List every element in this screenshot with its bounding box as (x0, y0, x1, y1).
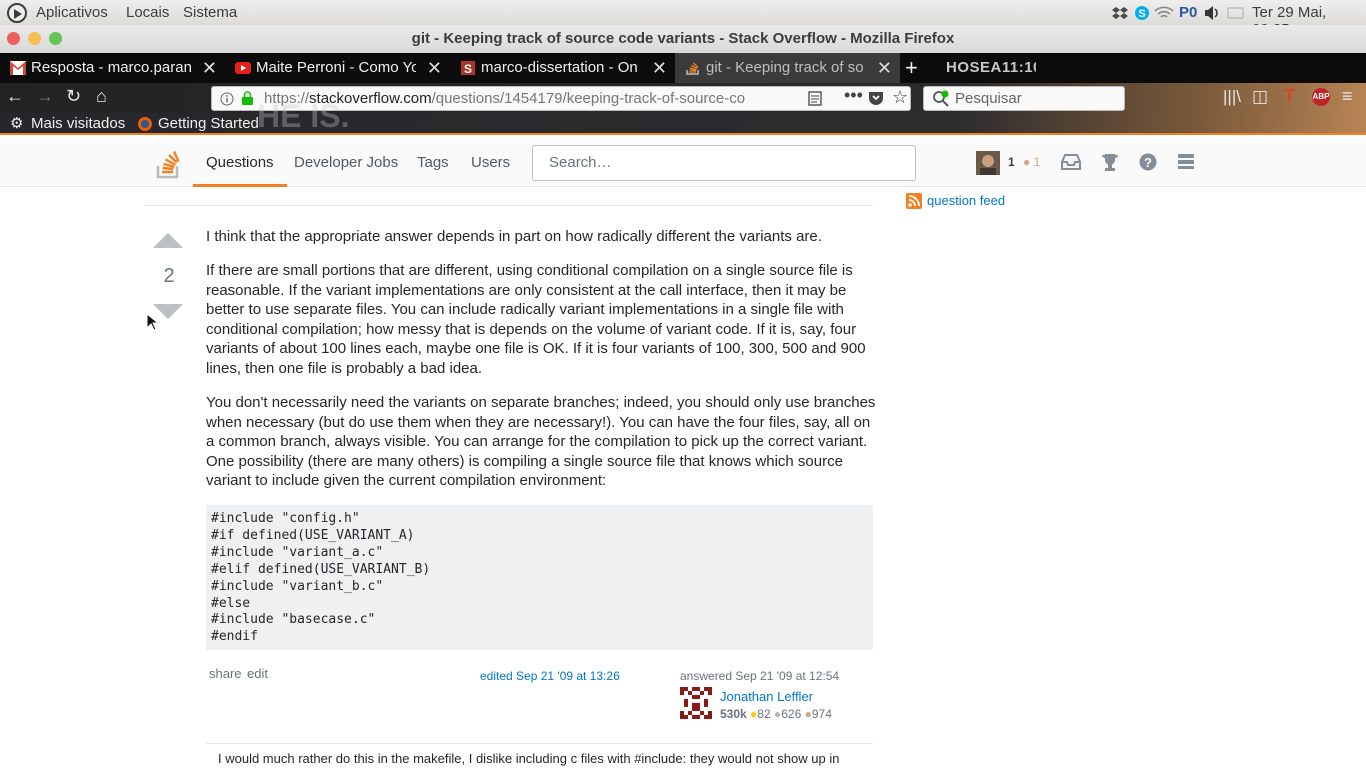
bronze-badge-count: ● 1 (1023, 155, 1041, 169)
reader-view-icon[interactable] (808, 91, 822, 106)
share-link[interactable]: share (209, 666, 242, 681)
window-title: git - Keeping track of source code varia… (411, 30, 955, 47)
close-tab-icon[interactable]: ✕ (202, 53, 217, 83)
bookmark-getting-started[interactable]: Getting Started (158, 113, 259, 135)
so-search-input[interactable]: Search… (532, 145, 916, 181)
vote-count: 2 (163, 265, 175, 287)
forward-icon[interactable]: → (36, 86, 54, 107)
user-avatar[interactable] (976, 151, 1000, 175)
close-tab-icon[interactable]: ✕ (877, 53, 892, 83)
bookmark-star-icon[interactable]: ☆ (892, 86, 908, 109)
window-title-bar: git - Keeping track of source code varia… (0, 25, 1366, 53)
mouse-cursor-icon (146, 313, 158, 331)
close-window-icon[interactable] (7, 32, 20, 45)
upvote-arrow-icon[interactable] (153, 233, 183, 248)
sharelatex-icon: S (461, 61, 475, 75)
sidebar-icon[interactable]: ◫ (1252, 87, 1268, 107)
search-bar[interactable]: Pesquisar (923, 86, 1125, 111)
applications-logo-icon[interactable] (7, 3, 27, 23)
author-name[interactable]: Jonathan Leffler (720, 689, 813, 704)
stackexchange-menu-icon[interactable] (1177, 153, 1195, 171)
lock-icon[interactable] (241, 91, 254, 106)
answer-paragraph: If there are small portions that are dif… (206, 262, 866, 377)
author-stats: 530k ●82 ●626 ●974 (720, 707, 832, 721)
user-reputation: 1 (1008, 155, 1015, 169)
menu-places[interactable]: Locais (126, 4, 169, 21)
close-tab-icon[interactable]: ✕ (427, 53, 442, 83)
bookmarks-toolbar: ⚙ Mais visitados Getting Started HE IS. (0, 100, 1366, 135)
svg-text:?: ? (1144, 155, 1152, 170)
firefox-icon (138, 117, 152, 131)
nav-developer-jobs[interactable]: Developer Jobs (294, 137, 398, 187)
tab-stackoverflow[interactable]: git - Keeping track of so ✕ (675, 53, 900, 83)
skype-icon[interactable]: S (1134, 5, 1150, 21)
answer-paragraph: I think that the appropriate answer depe… (206, 228, 822, 245)
indicator-p0[interactable]: P0 (1179, 4, 1197, 21)
gear-icon: ⚙ (10, 115, 24, 132)
back-icon[interactable]: ← (6, 86, 24, 107)
comments-divider (206, 743, 873, 744)
achievements-trophy-icon[interactable] (1100, 152, 1120, 172)
site-info-icon[interactable] (220, 92, 234, 106)
search-placeholder: Pesquisar (955, 90, 1022, 107)
stackoverflow-favicon-icon (686, 62, 699, 75)
main-content: question feed 2 I think that the appropr… (0, 188, 1366, 768)
edited-timestamp[interactable]: edited Sep 21 '09 at 13:26 (480, 669, 620, 683)
translate-icon[interactable]: T (1284, 86, 1295, 107)
author-identicon[interactable] (680, 687, 712, 719)
close-tab-icon[interactable]: ✕ (652, 53, 667, 83)
svg-text:S: S (1138, 8, 1145, 20)
new-tab-button[interactable]: + (905, 53, 925, 83)
minimize-window-icon[interactable] (28, 32, 41, 45)
theme-verse-text: HOSEA11:10 (946, 59, 1036, 76)
home-icon[interactable]: ⌂ (96, 86, 107, 107)
code-block: #include "config.h" #if defined(USE_VARI… (206, 505, 873, 650)
menu-system[interactable]: Sistema (183, 4, 237, 21)
nav-users[interactable]: Users (471, 137, 510, 187)
tab-youtube[interactable]: Maite Perroni - Como Yo ✕ (225, 53, 450, 83)
stackoverflow-logo-icon[interactable] (155, 146, 183, 179)
menu-hamburger-icon[interactable]: ≡ (1342, 86, 1353, 107)
search-engine-icon[interactable] (932, 90, 950, 108)
edit-link[interactable]: edit (247, 666, 268, 681)
dropbox-icon[interactable] (1112, 5, 1128, 21)
pocket-icon[interactable] (868, 91, 884, 106)
divider (145, 205, 873, 206)
help-icon[interactable]: ? (1139, 153, 1157, 171)
comment-text: I would much rather do this in the makef… (218, 751, 840, 766)
so-topbar: Questions Developer Jobs Tags Users Sear… (0, 137, 1366, 187)
battery-icon[interactable] (1227, 5, 1245, 21)
inbox-icon[interactable] (1061, 153, 1081, 171)
library-icon[interactable]: |||\ (1223, 87, 1241, 107)
tab-bar: Resposta - marco.paranl ✕ Maite Perroni … (0, 53, 1366, 83)
svg-text:S: S (464, 62, 472, 75)
maximize-window-icon[interactable] (49, 32, 62, 45)
tab-sharelatex[interactable]: S marco-dissertation - On ✕ (450, 53, 675, 83)
answer-paragraph: You don't necessarily need the variants … (206, 394, 876, 489)
system-top-bar: Aplicativos Locais Sistema S P0 Ter 29 M… (0, 0, 1366, 38)
reload-icon[interactable]: ↻ (66, 86, 81, 107)
nav-tags[interactable]: Tags (417, 137, 449, 187)
youtube-icon (235, 62, 251, 74)
menu-applications[interactable]: Aplicativos (36, 4, 108, 21)
bookmark-most-visited[interactable]: Mais visitados (31, 113, 125, 135)
volume-icon[interactable] (1203, 5, 1221, 21)
wifi-icon[interactable] (1154, 5, 1174, 21)
answered-timestamp: answered Sep 21 '09 at 12:54 (680, 669, 840, 683)
gmail-icon (10, 61, 26, 75)
question-feed-link[interactable]: question feed (927, 193, 1005, 208)
tab-gmail[interactable]: Resposta - marco.paranl ✕ (0, 53, 225, 83)
adblock-icon[interactable]: ABP (1312, 88, 1330, 106)
nav-questions[interactable]: Questions (193, 137, 287, 187)
navigation-toolbar: ← → ↻ ⌂ https://stackoverflow.com/questi… (0, 83, 1366, 113)
page-actions-icon[interactable]: ••• (844, 84, 863, 107)
rss-feed-icon[interactable] (906, 193, 922, 209)
theme-watermark: HE IS. (257, 98, 350, 134)
